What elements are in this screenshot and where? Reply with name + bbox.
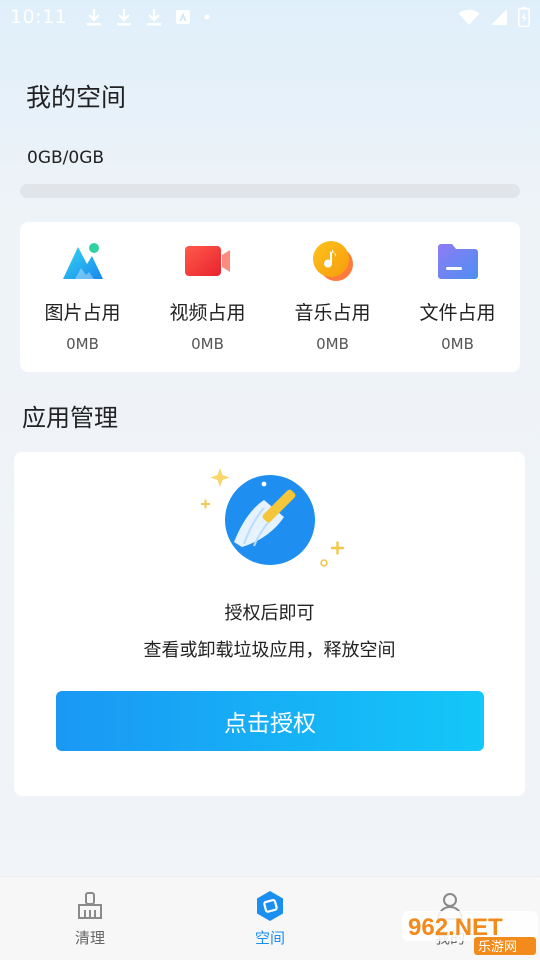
- usage-item-images[interactable]: 图片占用 0MB: [20, 222, 145, 372]
- broom-illustration: [194, 464, 354, 574]
- usage-item-files[interactable]: 文件占用 0MB: [395, 222, 520, 372]
- download-icon: [145, 7, 163, 27]
- download-icon: [115, 7, 133, 27]
- usage-item-music[interactable]: 音乐占用 0MB: [270, 222, 395, 372]
- image-icon: [60, 238, 106, 284]
- page-title: 我的空间: [26, 83, 127, 112]
- usage-value: 0MB: [191, 335, 224, 353]
- nav-label: 清理: [74, 929, 105, 947]
- wifi-icon: [458, 8, 480, 26]
- video-icon: [184, 238, 231, 284]
- status-time: 10:11: [10, 6, 68, 28]
- auth-hint-description: 查看或卸载垃圾应用，释放空间: [143, 640, 396, 661]
- nav-item-clean[interactable]: 清理: [0, 877, 180, 960]
- app-management-title: 应用管理: [22, 404, 118, 432]
- notification-icons: [85, 7, 211, 27]
- nav-item-space[interactable]: 空间: [180, 877, 360, 960]
- usage-label: 视频占用: [169, 302, 246, 324]
- usage-card: 图片占用 0MB 视频占用 0MB 音乐占用 0MB 文件占用 0MB: [20, 222, 520, 372]
- usage-value: 0MB: [441, 335, 474, 353]
- music-icon: [310, 238, 356, 284]
- authorize-button[interactable]: 点击授权: [56, 691, 484, 751]
- usage-label: 音乐占用: [294, 302, 371, 324]
- system-icons: [458, 7, 530, 27]
- watermark-logo: 962.NET 乐游网: [402, 905, 538, 957]
- storage-progress-bar: [20, 184, 520, 198]
- usage-value: 0MB: [66, 335, 99, 353]
- nav-label: 空间: [254, 929, 285, 947]
- download-icon: [85, 7, 103, 27]
- space-icon: [254, 890, 286, 922]
- dot-icon: [203, 13, 211, 21]
- watermark-subtext: 乐游网: [478, 940, 517, 955]
- usage-label: 文件占用: [419, 302, 496, 324]
- watermark-text: 962.NET: [408, 914, 503, 941]
- status-bar: 10:11: [0, 0, 540, 34]
- folder-icon: [435, 238, 481, 284]
- usage-label: 图片占用: [44, 302, 121, 324]
- broom-icon: [74, 890, 106, 922]
- usage-value: 0MB: [316, 335, 349, 353]
- usage-item-videos[interactable]: 视频占用 0MB: [145, 222, 270, 372]
- app-notification-icon: [175, 9, 191, 25]
- auth-hint-title: 授权后即可: [224, 603, 315, 624]
- battery-charging-icon: [518, 7, 530, 27]
- signal-icon: [490, 8, 508, 26]
- app-management-card: 授权后即可 查看或卸载垃圾应用，释放空间 点击授权: [14, 452, 525, 796]
- storage-usage-text: 0GB/0GB: [27, 148, 105, 168]
